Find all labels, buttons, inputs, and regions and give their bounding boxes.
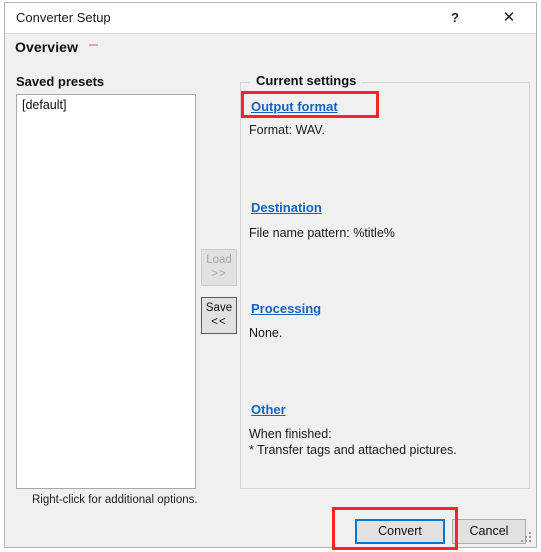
accent-dash-icon <box>89 44 98 46</box>
output-format-summary: Format: WAV. <box>249 123 325 137</box>
screen: Converter Setup ? ✕ Overview Saved prese… <box>0 0 541 552</box>
cancel-button[interactable]: Cancel <box>452 519 526 544</box>
list-item[interactable]: [default] <box>17 97 195 113</box>
load-button-arrows: >> <box>211 268 227 280</box>
load-preset-button[interactable]: Load >> <box>201 249 237 286</box>
overview-header: Overview <box>5 33 536 63</box>
page-title: Overview <box>15 39 79 55</box>
presets-hint: Right-click for additional options. <box>32 494 198 506</box>
saved-presets-label: Saved presets <box>16 74 105 89</box>
link-output-format[interactable]: Output format <box>251 99 338 114</box>
window-title: Converter Setup <box>16 10 111 25</box>
save-preset-button[interactable]: Save << <box>201 297 237 334</box>
destination-summary: File name pattern: %title% <box>249 226 395 240</box>
close-icon[interactable]: ✕ <box>488 3 530 32</box>
title-bar: Converter Setup ? ✕ <box>5 3 536 33</box>
link-other[interactable]: Other <box>251 402 286 417</box>
link-destination[interactable]: Destination <box>251 200 322 215</box>
processing-summary: None. <box>249 326 283 340</box>
current-settings-legend: Current settings <box>253 73 360 88</box>
save-button-label: Save <box>205 302 233 314</box>
help-icon[interactable]: ? <box>434 3 476 32</box>
convert-button[interactable]: Convert <box>355 519 445 544</box>
save-button-arrows: << <box>211 316 227 328</box>
saved-presets-list[interactable]: [default] <box>16 94 196 489</box>
other-summary: When finished: * Transfer tags and attac… <box>249 427 457 457</box>
link-processing[interactable]: Processing <box>251 301 321 316</box>
load-button-label: Load <box>206 254 232 266</box>
resize-grip-icon[interactable] <box>520 531 532 543</box>
converter-setup-dialog: Converter Setup ? ✕ Overview Saved prese… <box>4 2 537 548</box>
